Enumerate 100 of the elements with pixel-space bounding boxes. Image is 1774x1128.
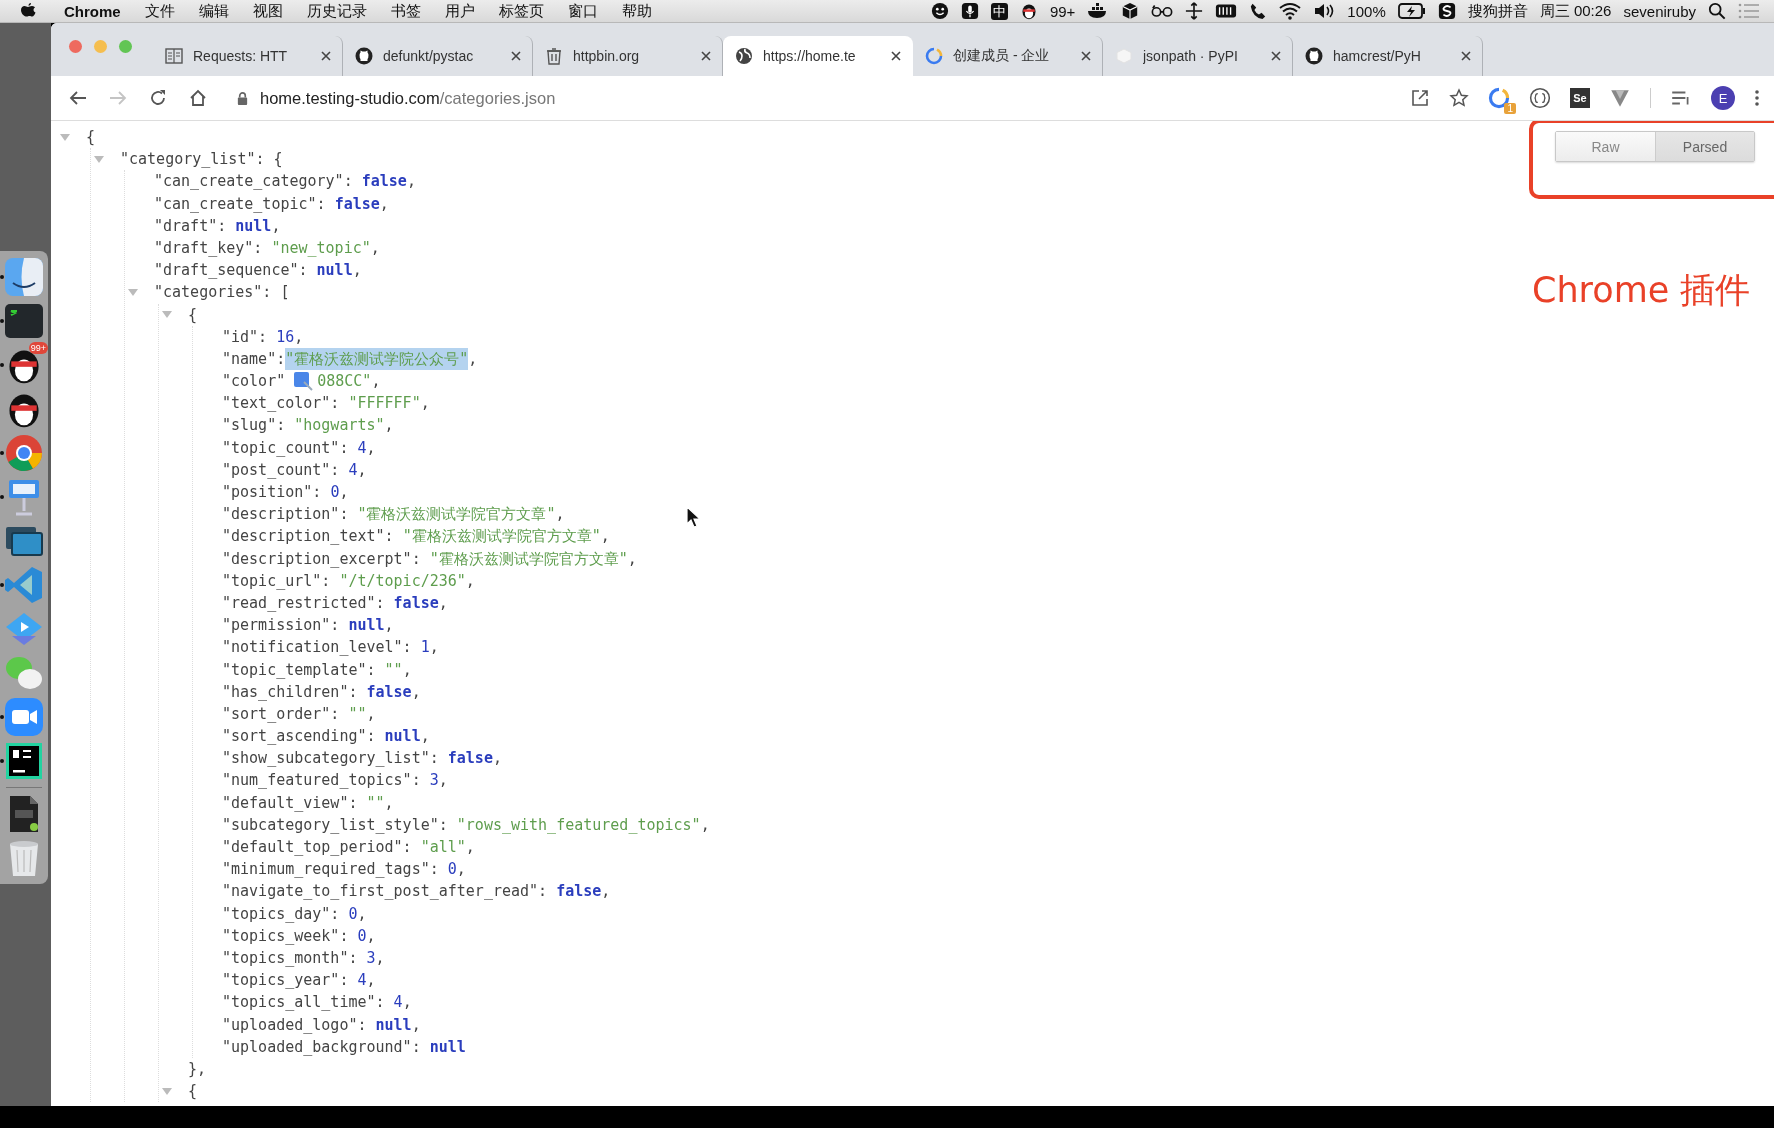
json-line: "id": 16, xyxy=(222,326,304,348)
move-arrows-icon[interactable] xyxy=(1185,2,1204,20)
bookmark-star-button[interactable] xyxy=(1449,88,1469,108)
view-mode-button[interactable]: Parsed xyxy=(1655,132,1754,161)
status-text: 99+ xyxy=(1049,2,1076,20)
extension-button[interactable]: Se xyxy=(1570,88,1590,108)
menu-item[interactable]: 书签 xyxy=(390,1,421,21)
keyboard-icon[interactable] xyxy=(1215,2,1238,20)
selected-text: "霍格沃兹测试学院公众号" xyxy=(285,347,469,371)
translate-icon[interactable] xyxy=(293,371,314,392)
json-line: "can_create_topic": false, xyxy=(154,193,389,215)
json-line: "num_featured_topics": 3, xyxy=(222,770,448,792)
penguin-icon[interactable] xyxy=(1019,2,1038,20)
json-line: "post_count": 4, xyxy=(222,459,367,481)
home-button[interactable] xyxy=(188,88,208,108)
extension-badge: 1 xyxy=(1504,103,1516,114)
json-line: "permission": null, xyxy=(222,615,394,637)
json-line: "can_create_category": false, xyxy=(154,171,416,193)
close-tab-icon[interactable] xyxy=(1460,50,1472,62)
browser-tab[interactable]: Requests: HTT xyxy=(153,36,343,76)
lock-icon[interactable] xyxy=(236,90,249,106)
tab-title: https://home.te xyxy=(763,48,857,64)
close-tab-icon[interactable] xyxy=(510,50,522,62)
json-line: "sort_order": "", xyxy=(222,703,376,725)
menu-item[interactable]: 窗口 xyxy=(567,1,598,21)
browser-tab[interactable]: 创建成员 - 企业 xyxy=(913,36,1103,76)
json-line: "category_list": { xyxy=(120,149,283,171)
close-tab-icon[interactable] xyxy=(320,50,332,62)
json-line: "sort_ascending": null, xyxy=(222,726,430,748)
extension-button[interactable] xyxy=(1609,87,1631,109)
tab-title: defunkt/pystac xyxy=(383,48,475,64)
glasses-icon[interactable] xyxy=(1151,2,1174,20)
json-line: }, xyxy=(188,1058,207,1080)
profile-avatar[interactable]: E xyxy=(1711,86,1735,110)
input-method-indicator[interactable]: 中 xyxy=(990,2,1008,20)
tab-title: hamcrest/PyH xyxy=(1333,48,1422,64)
json-line: "topics_month": 3, xyxy=(222,947,385,969)
json-line: "slug": "hogwarts", xyxy=(222,415,394,437)
menu-item[interactable]: 视图 xyxy=(252,1,283,21)
json-punctuation: , xyxy=(371,371,381,393)
menu-button[interactable] xyxy=(1754,88,1760,108)
menu-item[interactable]: 历史记录 xyxy=(306,1,367,21)
collapse-toggle[interactable] xyxy=(162,311,172,319)
browser-tab[interactable]: https://home.te xyxy=(723,36,913,76)
smiley-icon[interactable] xyxy=(930,2,949,20)
json-line: { xyxy=(188,1081,198,1103)
json-key: "color" xyxy=(222,370,286,393)
close-tab-icon[interactable] xyxy=(1080,50,1092,62)
json-line: "uploaded_background": null xyxy=(222,1036,466,1058)
search-icon[interactable] xyxy=(1708,2,1726,20)
app-menu[interactable]: Chrome xyxy=(64,2,121,20)
battery-icon[interactable] xyxy=(1397,2,1426,20)
json-line: "draft": null, xyxy=(154,215,281,237)
extension-button[interactable] xyxy=(1529,87,1551,109)
browser-tab[interactable]: hamcrest/PyH xyxy=(1293,36,1483,76)
json-line: "topics_week": 0, xyxy=(222,925,376,947)
reload-button[interactable] xyxy=(148,88,168,108)
status-text: 周三 00:26 xyxy=(1539,1,1612,21)
json-line: "categories": [ xyxy=(154,282,290,304)
json-line: "minimum_required_tags": 0, xyxy=(222,859,466,881)
json-line: { xyxy=(86,127,96,148)
json-line: "draft_key": "new_topic", xyxy=(154,237,380,259)
json-line: "navigate_to_first_post_after_read": false, xyxy=(222,881,611,903)
browser-tab[interactable]: defunkt/pystac xyxy=(343,36,533,76)
microphone-icon[interactable] xyxy=(960,2,979,20)
status-text: 搜狗拼音 xyxy=(1467,1,1528,21)
json-line: "description_text": "霍格沃兹测试学院官方文章", xyxy=(222,526,610,548)
collapse-toggle[interactable] xyxy=(128,288,138,296)
cube-icon[interactable] xyxy=(1121,2,1140,20)
json-line: "default_top_period": "all", xyxy=(222,837,475,858)
json-line: "draft_sequence": null, xyxy=(154,260,362,282)
menu-item[interactable]: 帮助 xyxy=(621,1,652,21)
menu-item[interactable]: 标签页 xyxy=(498,1,544,21)
json-line: "uploaded_logo": null, xyxy=(222,1014,421,1036)
address-field[interactable]: home.testing-studio.com/categories.json xyxy=(260,88,556,108)
close-tab-icon[interactable] xyxy=(890,50,902,62)
input-method-icon[interactable] xyxy=(1437,2,1456,20)
json-line: "has_children": false, xyxy=(222,681,421,703)
menu-item[interactable]: 用户 xyxy=(444,1,475,21)
json-line: "topics_year": 4, xyxy=(222,970,376,992)
json-line: "description": "霍格沃兹测试学院官方文章", xyxy=(222,504,565,526)
browser-tab[interactable]: jsonpath · PyPI xyxy=(1103,36,1293,76)
menu-item[interactable]: 编辑 xyxy=(198,1,229,21)
open-in-app-button[interactable] xyxy=(1410,88,1430,108)
collapse-toggle[interactable] xyxy=(162,1087,172,1095)
collapse-toggle[interactable] xyxy=(60,133,70,141)
close-tab-icon[interactable] xyxy=(700,50,712,62)
json-line: "show_subcategory_list": false, xyxy=(222,748,502,770)
extension-button[interactable] xyxy=(1488,87,1510,109)
tab-title: jsonpath · PyPI xyxy=(1143,48,1239,64)
close-tab-icon[interactable] xyxy=(1270,50,1282,62)
notification-badge: 99+ xyxy=(28,342,48,354)
volume-icon[interactable] xyxy=(1313,2,1336,20)
cube-icon xyxy=(1115,47,1133,65)
collapse-toggle[interactable] xyxy=(94,155,104,163)
github-icon xyxy=(1305,47,1323,65)
wifi-icon[interactable] xyxy=(1279,2,1302,20)
phone-icon[interactable] xyxy=(1249,2,1268,20)
json-value: 088CC" xyxy=(317,371,372,393)
menu-item[interactable]: 文件 xyxy=(144,1,175,21)
